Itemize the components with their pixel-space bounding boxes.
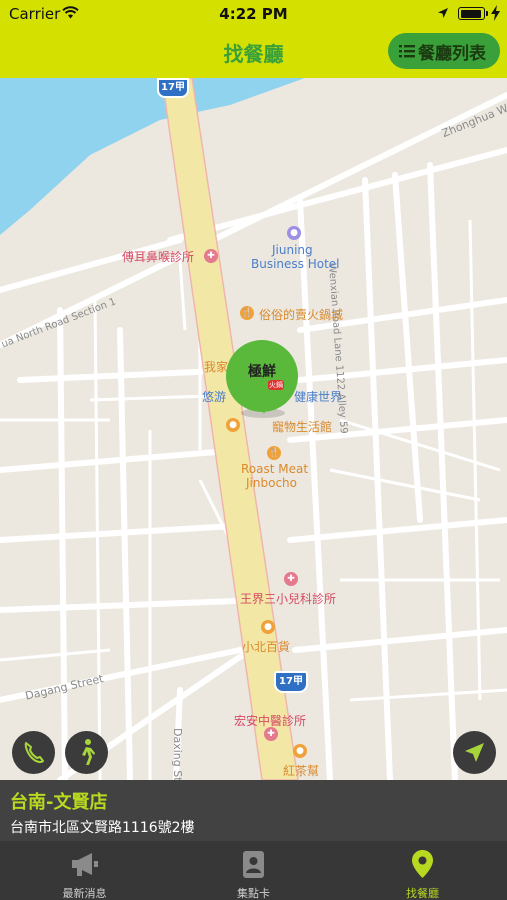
poi-wojia[interactable]: 我家 <box>204 358 228 375</box>
restaurant-list-label: 餐廳列表 <box>418 43 486 64</box>
call-button[interactable] <box>12 731 55 774</box>
route-shield-bottom: 17甲 <box>274 671 308 693</box>
pet-store-icon: ● <box>226 418 240 432</box>
roast-restaurant-icon: 🍴 <box>267 446 281 460</box>
tab-find-restaurant-label: 找餐廳 <box>406 887 439 900</box>
poi-hotel-name[interactable]: Jiuning <box>272 243 313 257</box>
poi-roast-meat[interactable]: Roast Meat <box>241 462 308 476</box>
store-icon: ● <box>261 620 275 634</box>
pin-logo-text: 極鮮 <box>248 364 276 380</box>
status-bar: Carrier 4:22 PM <box>0 0 507 28</box>
restaurant-address: 台南市北區文賢路1116號2樓 <box>10 820 195 836</box>
walking-icon <box>82 739 95 765</box>
road-label-daxing: Daxing St <box>171 728 184 780</box>
walking-directions-button[interactable] <box>65 731 108 774</box>
poi-jinbocho[interactable]: Jinbocho <box>246 476 297 490</box>
clinic-icon: ✚ <box>204 249 218 263</box>
tcm-clinic-icon: ✚ <box>264 727 278 741</box>
map-roads <box>0 78 507 780</box>
map-pin-icon <box>412 850 433 878</box>
poi-general-store[interactable]: 小北百貨 <box>242 638 290 655</box>
tab-find-restaurant[interactable]: 找餐廳 <box>338 841 507 900</box>
phone-icon <box>24 742 44 763</box>
battery-icon <box>458 7 488 20</box>
restaurant-name: 台南-文賢店 <box>10 792 108 813</box>
screen: Carrier 4:22 PM 找餐廳 餐廳列表 17甲 17甲 Zhonghu… <box>0 0 507 900</box>
megaphone-icon <box>72 853 98 876</box>
tab-points-card[interactable]: 集點卡 <box>169 841 338 900</box>
tab-points-card-label: 集點卡 <box>237 887 270 900</box>
navigation-arrow-icon <box>465 743 484 762</box>
poi-tea-shop[interactable]: 紅茶幫 <box>283 762 319 779</box>
tab-news[interactable]: 最新消息 <box>0 841 169 900</box>
poi-hotpot[interactable]: 俗俗的賣火鍋城 <box>259 306 343 323</box>
poi-ent-clinic[interactable]: 傅耳鼻喉診所 <box>122 248 194 265</box>
map-view[interactable]: 17甲 17甲 Zhonghua W Wenxian Road Lane 112… <box>0 78 507 780</box>
charging-bolt-icon <box>491 5 500 21</box>
poi-pediatric-clinic[interactable]: 王界三小兒科診所 <box>240 590 336 607</box>
poi-pet-store[interactable]: 寵物生活館 <box>272 418 332 435</box>
restaurant-icon: 🍴 <box>240 306 254 320</box>
poi-health-world-tail[interactable]: 健康世界 <box>294 388 342 405</box>
location-services-icon <box>438 8 448 18</box>
pediatric-clinic-icon: ✚ <box>284 572 298 586</box>
tea-shop-icon: ● <box>293 744 307 758</box>
poi-health-world[interactable]: 悠游 <box>202 388 226 405</box>
navigation-header: Carrier 4:22 PM 找餐廳 餐廳列表 <box>0 0 507 78</box>
tab-bar: 最新消息 集點卡 找餐廳 <box>0 841 507 900</box>
status-time: 4:22 PM <box>219 5 288 23</box>
restaurant-list-button[interactable]: 餐廳列表 <box>388 33 500 69</box>
my-location-button[interactable] <box>453 731 496 774</box>
poi-hotel-subname[interactable]: Business Hotel <box>251 257 340 271</box>
member-card-icon <box>243 851 264 878</box>
pin-logo-subtext: 火鍋 <box>268 380 284 390</box>
restaurant-map-pin[interactable]: 極鮮 火鍋 <box>226 340 298 412</box>
hotel-icon: ● <box>287 226 301 240</box>
route-shield-top: 17甲 <box>157 78 189 98</box>
restaurant-info-panel[interactable]: 台南-文賢店 台南市北區文賢路1116號2樓 <box>0 780 507 841</box>
list-icon <box>399 45 415 58</box>
tab-news-label: 最新消息 <box>62 887 107 900</box>
